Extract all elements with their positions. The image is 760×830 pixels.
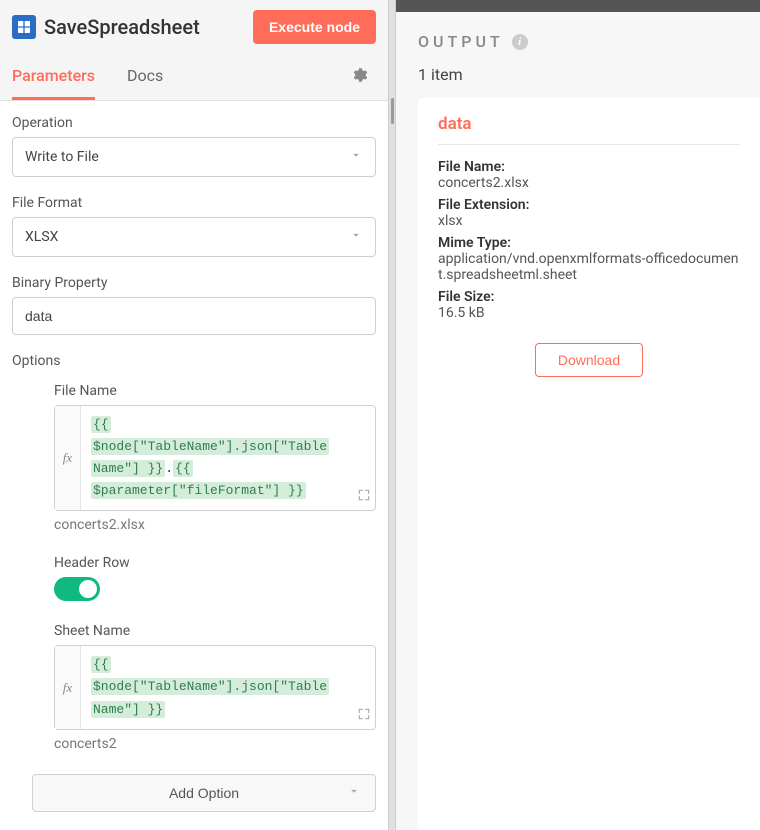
tabs-row: Parameters Docs bbox=[0, 54, 388, 101]
binary-property-input[interactable] bbox=[12, 297, 376, 335]
operation-select[interactable]: Write to File bbox=[12, 137, 376, 177]
sheet-name-result: concerts2 bbox=[54, 736, 376, 752]
chevron-down-icon bbox=[347, 784, 361, 801]
file-format-select[interactable]: XLSX bbox=[12, 217, 376, 257]
option-header-row: Header Row bbox=[54, 555, 376, 601]
form-body: Operation Write to File File Format XLSX… bbox=[0, 101, 388, 830]
tab-docs[interactable]: Docs bbox=[127, 54, 163, 100]
mime-label: Mime Type: bbox=[438, 235, 740, 251]
tabs: Parameters Docs bbox=[12, 54, 342, 100]
sheet-name-expression[interactable]: fx {{ $node["TableName"].json["Table Nam… bbox=[54, 645, 376, 729]
operation-value: Write to File bbox=[25, 149, 99, 165]
option-sheet-name: Sheet Name fx {{ $node["TableName"].json… bbox=[54, 623, 376, 751]
expand-icon[interactable] bbox=[357, 488, 371, 506]
binary-property-label: Binary Property bbox=[12, 275, 376, 291]
file-ext-value: xlsx bbox=[438, 213, 740, 229]
file-ext-label: File Extension: bbox=[438, 197, 740, 213]
spreadsheet-icon bbox=[12, 15, 36, 39]
parameters-panel: SaveSpreadsheet Execute node Parameters … bbox=[0, 0, 388, 830]
add-option-button[interactable]: Add Option bbox=[32, 774, 376, 812]
sheet-name-label: Sheet Name bbox=[54, 623, 376, 639]
chevron-down-icon bbox=[349, 148, 363, 166]
file-name-label: File Name bbox=[54, 383, 376, 399]
field-binary-property: Binary Property bbox=[12, 275, 376, 335]
gear-icon[interactable] bbox=[342, 58, 376, 96]
file-size-value: 16.5 kB bbox=[438, 305, 740, 321]
file-format-value: XLSX bbox=[25, 229, 58, 245]
toggle-knob bbox=[79, 580, 97, 598]
output-header: OUTPUT i bbox=[396, 12, 760, 59]
sheet-name-expr-content: {{ $node["TableName"].json["Table Name"]… bbox=[81, 646, 375, 728]
file-name-expression[interactable]: fx {{ $node["TableName"].json["Table Nam… bbox=[54, 405, 376, 511]
file-name-result: concerts2.xlsx bbox=[54, 517, 376, 533]
download-button[interactable]: Download bbox=[535, 343, 643, 377]
option-file-name: File Name fx {{ $node["TableName"].json[… bbox=[54, 383, 376, 533]
panel-resize-handle[interactable] bbox=[388, 0, 396, 830]
file-name-value: concerts2.xlsx bbox=[438, 175, 740, 191]
output-card: data File Name: concerts2.xlsx File Exte… bbox=[418, 98, 760, 830]
node-header: SaveSpreadsheet Execute node bbox=[0, 0, 388, 54]
options-label: Options bbox=[12, 353, 376, 369]
field-file-format: File Format XLSX bbox=[12, 195, 376, 257]
output-panel: OUTPUT i 1 item data File Name: concerts… bbox=[396, 0, 760, 830]
tab-parameters[interactable]: Parameters bbox=[12, 54, 95, 100]
data-heading: data bbox=[438, 114, 740, 145]
header-row-label: Header Row bbox=[54, 555, 376, 571]
node-title: SaveSpreadsheet bbox=[44, 15, 245, 39]
file-format-label: File Format bbox=[12, 195, 376, 211]
file-name-label: File Name: bbox=[438, 159, 740, 175]
operation-label: Operation bbox=[12, 115, 376, 131]
field-operation: Operation Write to File bbox=[12, 115, 376, 177]
expand-icon[interactable] bbox=[357, 707, 371, 725]
chevron-down-icon bbox=[349, 228, 363, 246]
item-count: 1 item bbox=[396, 59, 760, 98]
file-name-expr-content: {{ $node["TableName"].json["Table Name"]… bbox=[81, 406, 375, 510]
execute-node-button[interactable]: Execute node bbox=[253, 10, 376, 44]
fx-icon: fx bbox=[55, 406, 81, 510]
output-title: OUTPUT bbox=[418, 32, 504, 51]
header-row-toggle[interactable] bbox=[54, 577, 100, 601]
file-size-label: File Size: bbox=[438, 289, 740, 305]
fx-icon: fx bbox=[55, 646, 81, 728]
top-bar bbox=[396, 0, 760, 12]
mime-value: application/vnd.openxmlformats-officedoc… bbox=[438, 251, 740, 283]
info-icon[interactable]: i bbox=[512, 34, 528, 50]
